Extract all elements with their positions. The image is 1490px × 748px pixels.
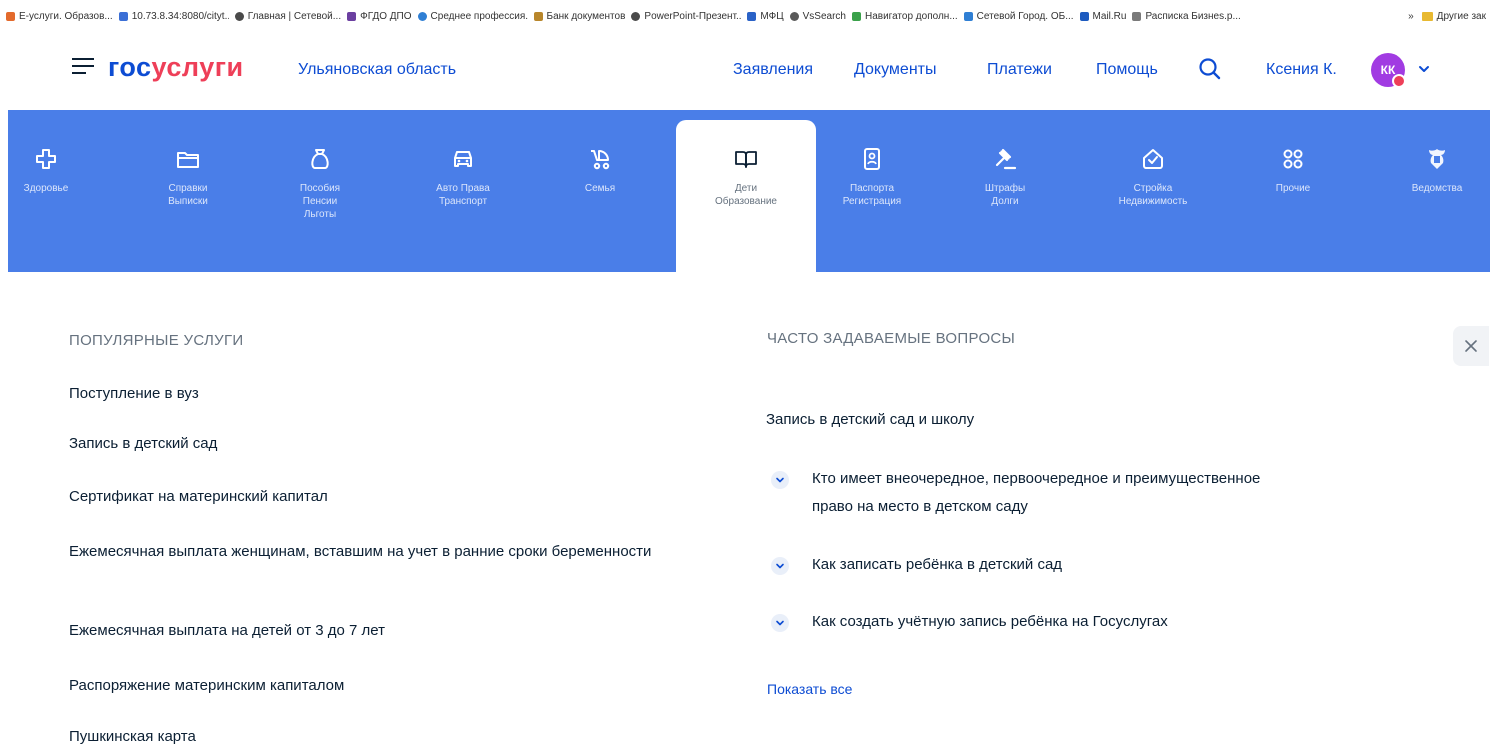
nav-help[interactable]: Помощь <box>1096 61 1158 79</box>
menu-icon[interactable] <box>72 58 94 76</box>
popular-service-link[interactable]: Ежемесячная выплата на детей от 3 до 7 л… <box>69 620 385 642</box>
nav-documents[interactable]: Документы <box>854 61 936 79</box>
nav-applications[interactable]: Заявления <box>733 61 813 79</box>
faq-title: ЧАСТО ЗАДАВАЕМЫЕ ВОПРОСЫ <box>767 330 1016 347</box>
category-construction[interactable]: Стройка Недвижимость <box>1098 110 1208 272</box>
bookmark-favicon-icon <box>1079 11 1089 21</box>
passport-icon <box>864 148 880 170</box>
money-bag-icon <box>311 149 329 169</box>
bookmark[interactable]: PowerPoint-Презент... <box>631 11 741 22</box>
category-fines[interactable]: Штрафы Долги <box>970 110 1040 272</box>
show-all-link[interactable]: Показать все <box>767 681 852 697</box>
bookmark[interactable]: Mail.Ru <box>1079 11 1126 22</box>
bookmark[interactable]: Среднее профессия... <box>417 11 528 22</box>
folder-icon <box>177 152 199 168</box>
chevron-down-icon[interactable] <box>1417 62 1431 76</box>
category-bar: Здоровье Справки Выписки Пособия Пенсии … <box>8 110 1490 272</box>
category-other[interactable]: Прочие <box>1258 110 1328 272</box>
bookmark-favicon-icon <box>963 11 973 21</box>
popular-service-link[interactable]: Пушкинская карта <box>69 726 196 748</box>
notification-dot-icon <box>1392 74 1406 88</box>
chevron-down-icon[interactable] <box>771 557 789 575</box>
bookmark[interactable]: Сетевой Город. ОБ... <box>963 11 1074 22</box>
active-tab-connector <box>676 262 816 274</box>
bookmark[interactable]: Навигатор дополн... <box>851 11 958 22</box>
health-icon <box>36 149 56 169</box>
popular-service-link[interactable]: Распоряжение материнским капиталом <box>69 675 344 697</box>
category-certificates[interactable]: Справки Выписки <box>148 110 228 272</box>
bookmark-favicon-icon <box>747 11 757 21</box>
search-icon[interactable] <box>1197 56 1223 82</box>
user-name[interactable]: Ксения К. <box>1266 61 1337 79</box>
gavel-icon <box>995 148 1017 170</box>
book-icon <box>735 151 757 168</box>
emblem-icon <box>1429 149 1445 169</box>
bookmark[interactable]: 10.73.8.34:8080/cityt... <box>118 11 229 22</box>
faq-question-text: Как записать ребёнка в детский сад <box>812 556 1063 573</box>
bookmark[interactable]: VsSearch <box>789 11 846 22</box>
bookmark-favicon-icon <box>118 11 128 21</box>
bookmarks-more-button[interactable]: » <box>1408 11 1414 22</box>
bookmark[interactable]: ФГДО ДПО <box>347 11 412 22</box>
faq-question-text: Как создать учётную запись ребёнка на Го… <box>812 613 1168 630</box>
category-children-education[interactable]: Дети Образование <box>676 120 816 272</box>
category-family[interactable]: Семья <box>568 110 632 272</box>
bookmarks-bar: Е-услуги. Образов... 10.73.8.34:8080/cit… <box>0 0 1490 32</box>
bookmark-favicon-icon <box>234 11 244 21</box>
grid-icon <box>1283 149 1303 169</box>
stroller-icon <box>591 150 610 170</box>
truncated-text-line <box>766 736 1326 744</box>
popular-service-link[interactable]: Поступление в вуз <box>69 383 199 405</box>
faq-question[interactable]: Кто имеет внеочередное, первоочередное и… <box>771 469 1262 521</box>
close-button[interactable] <box>1453 326 1489 366</box>
popular-service-link[interactable]: Сертификат на материнский капитал <box>69 486 328 508</box>
faq-question-text: Кто имеет внеочередное, первоочередное и… <box>812 470 1261 515</box>
gosuslugi-logo[interactable]: госуслуги <box>108 52 244 83</box>
bookmark[interactable]: Е-услуги. Образов... <box>6 11 113 22</box>
category-health[interactable]: Здоровье <box>8 110 84 272</box>
bookmark-favicon-icon <box>1132 11 1142 21</box>
faq-question[interactable]: Как записать ребёнка в детский сад <box>771 555 1062 579</box>
bookmark-favicon-icon <box>631 11 641 21</box>
avatar[interactable]: КК <box>1371 53 1406 88</box>
bookmark-favicon-icon <box>533 11 543 21</box>
category-agencies[interactable]: Ведомства <box>1392 110 1482 272</box>
other-bookmarks-button[interactable]: Другие зак <box>1437 11 1486 22</box>
bookmark[interactable]: МФЦ <box>747 11 784 22</box>
bookmark-favicon-icon <box>851 11 861 21</box>
popular-service-link[interactable]: Запись в детский сад <box>69 433 217 455</box>
house-icon <box>1143 149 1163 169</box>
bookmark-favicon-icon <box>347 11 357 21</box>
faq-group-title: Запись в детский сад и школу <box>766 411 975 428</box>
bookmarks-overflow: » Другие зак <box>1408 0 1486 32</box>
chevron-down-icon[interactable] <box>771 614 789 632</box>
category-passports[interactable]: Паспорта Регистрация <box>822 110 922 272</box>
region-selector[interactable]: Ульяновская область <box>298 61 456 79</box>
bookmark[interactable]: Расписка Бизнеs.р... <box>1132 11 1241 22</box>
car-icon <box>454 151 472 167</box>
folder-icon <box>1421 11 1433 21</box>
category-auto[interactable]: Авто Права Транспорт <box>418 110 508 272</box>
bookmark-favicon-icon <box>6 11 15 21</box>
faq-question[interactable]: Как создать учётную запись ребёнка на Го… <box>771 612 1168 636</box>
bookmark[interactable]: Главная | Сетевой... <box>234 11 341 22</box>
popular-services-title: ПОПУЛЯРНЫЕ УСЛУГИ <box>69 332 244 349</box>
bookmark-favicon-icon <box>417 11 427 21</box>
close-icon <box>1465 340 1477 352</box>
category-benefits[interactable]: Пособия Пенсии Льготы <box>280 110 360 272</box>
nav-payments[interactable]: Платежи <box>987 61 1052 79</box>
bookmark[interactable]: Банк документов <box>533 11 625 22</box>
bookmark-favicon-icon <box>789 11 799 21</box>
popular-service-link[interactable]: Ежемесячная выплата женщинам, вставшим н… <box>69 541 709 563</box>
site-header: госуслуги Ульяновская область Заявления … <box>0 32 1490 110</box>
chevron-down-icon[interactable] <box>771 471 789 489</box>
